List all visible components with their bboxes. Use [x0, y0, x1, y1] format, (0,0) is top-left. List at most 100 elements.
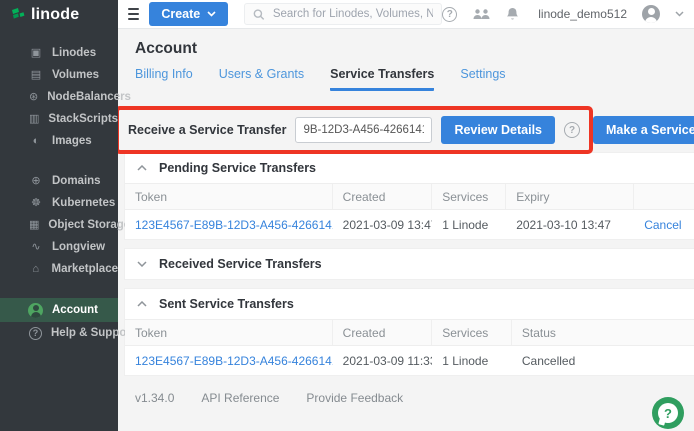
make-service-transfer-button[interactable]: Make a Service Transfer: [593, 116, 694, 144]
topbar: Create ? linode_demo512: [118, 0, 694, 29]
table-row: 123E4567-E89B-12D3-A456-426614174001 202…: [125, 346, 694, 375]
sidebar-item-kubernetes[interactable]: ☸ Kubernetes: [0, 192, 118, 214]
sent-transfers-header[interactable]: Sent Service Transfers: [125, 289, 694, 319]
transfer-token-input[interactable]: [295, 117, 432, 143]
sidebar-item-label: Linodes: [52, 47, 96, 59]
sidebar: linode ▣ Linodes ▤ Volumes ⊛ NodeBalance…: [0, 0, 118, 431]
marketplace-icon: ⌂: [29, 264, 43, 275]
sidebar-item-linodes[interactable]: ▣ Linodes: [0, 42, 118, 64]
domains-icon: ⊕: [29, 176, 43, 187]
pending-transfers-header[interactable]: Pending Service Transfers: [125, 153, 694, 183]
sidebar-nav: ▣ Linodes ▤ Volumes ⊛ NodeBalancers ▥ St…: [0, 42, 118, 362]
nodebalancers-icon: ⊛: [29, 92, 38, 103]
account-person-icon: [28, 303, 43, 318]
section-title: Sent Service Transfers: [159, 297, 294, 311]
received-transfers-header[interactable]: Received Service Transfers: [125, 249, 694, 279]
sidebar-item-label: Marketplace: [52, 263, 118, 275]
main-area: Create ? linode_demo512 Account Billing …: [118, 0, 694, 431]
pending-table-header: Token Created Services Expiry: [125, 183, 694, 210]
sidebar-item-label: Images: [52, 135, 92, 147]
sidebar-item-account[interactable]: Account: [0, 298, 118, 322]
linode-logo-text: linode: [31, 6, 79, 24]
user-menu-chevron-icon[interactable]: [675, 11, 684, 17]
pending-transfers-card: Pending Service Transfers Token Created …: [125, 153, 694, 239]
review-details-button[interactable]: Review Details: [441, 116, 555, 144]
help-icon[interactable]: ?: [442, 7, 457, 22]
question-circle-icon: ?: [29, 327, 42, 340]
column-header-services: Services: [432, 320, 512, 345]
create-button-label: Create: [161, 7, 200, 21]
chevron-down-icon: [207, 11, 216, 17]
sidebar-item-label: Longview: [52, 241, 105, 253]
notifications-bell-icon[interactable]: [506, 7, 519, 21]
tab-billing-info[interactable]: Billing Info: [135, 67, 193, 91]
services-cell: 1 Linode: [432, 218, 506, 232]
volumes-icon: ▤: [29, 70, 43, 81]
menu-hamburger-icon[interactable]: [128, 8, 139, 20]
column-header-token: Token: [125, 184, 333, 209]
user-avatar[interactable]: [642, 5, 660, 23]
table-row: 123E4567-E89B-12D3-A456-426614174000 202…: [125, 210, 694, 239]
username-label[interactable]: linode_demo512: [538, 7, 627, 21]
cancel-transfer-link[interactable]: Cancel: [644, 218, 681, 232]
column-header-created: Created: [333, 184, 433, 209]
receive-transfer-highlight-annotation: Receive a Service Transfer Review Detail…: [118, 106, 593, 154]
column-header-created: Created: [333, 320, 433, 345]
tab-service-transfers[interactable]: Service Transfers: [330, 67, 434, 91]
stackscripts-icon: ▥: [29, 114, 39, 125]
services-cell: 1 Linode: [432, 354, 512, 368]
sidebar-item-label: StackScripts: [48, 113, 118, 125]
column-header-actions: [634, 184, 694, 209]
sidebar-item-nodebalancers[interactable]: ⊛ NodeBalancers: [0, 86, 118, 108]
kubernetes-icon: ☸: [29, 198, 43, 209]
longview-icon: ∿: [29, 242, 43, 253]
sidebar-item-longview[interactable]: ∿ Longview: [0, 236, 118, 258]
column-header-status: Status: [512, 320, 694, 345]
transfer-token-link[interactable]: 123E4567-E89B-12D3-A456-426614174001: [135, 354, 333, 368]
collapse-chevron-up-icon: [137, 301, 147, 307]
sent-transfers-card: Sent Service Transfers Token Created Ser…: [125, 289, 694, 375]
receive-transfer-label: Receive a Service Transfer: [128, 123, 286, 137]
sent-table-header: Token Created Services Status: [125, 319, 694, 346]
cloud-manager-window: linode ▣ Linodes ▤ Volumes ⊛ NodeBalance…: [0, 0, 694, 431]
search-icon: [253, 8, 265, 21]
column-header-expiry: Expiry: [506, 184, 634, 209]
object-storage-icon: ▦: [29, 220, 39, 231]
section-title: Received Service Transfers: [159, 257, 322, 271]
help-chat-fab[interactable]: ?: [652, 397, 684, 429]
sidebar-item-label: Domains: [52, 175, 101, 187]
create-button[interactable]: Create: [149, 2, 228, 26]
column-header-services: Services: [432, 184, 506, 209]
version-link[interactable]: v1.34.0: [135, 391, 174, 405]
received-transfers-card: Received Service Transfers: [125, 249, 694, 279]
section-title: Pending Service Transfers: [159, 161, 316, 175]
help-bubble-icon: ?: [658, 403, 678, 423]
sidebar-item-label: Kubernetes: [52, 197, 115, 209]
sidebar-item-images[interactable]: ◐ Images: [0, 130, 118, 152]
page-footer: v1.34.0 API Reference Provide Feedback: [135, 391, 694, 405]
column-header-token: Token: [125, 320, 333, 345]
sidebar-item-marketplace[interactable]: ⌂ Marketplace: [0, 258, 118, 280]
token-help-icon[interactable]: ?: [564, 122, 580, 138]
expiry-cell: 2021-03-10 13:47: [506, 218, 634, 232]
global-search[interactable]: [244, 3, 442, 25]
transfer-token-link[interactable]: 123E4567-E89B-12D3-A456-426614174000: [135, 218, 333, 232]
sidebar-item-object-storage[interactable]: ▦ Object Storage: [0, 214, 118, 236]
provide-feedback-link[interactable]: Provide Feedback: [306, 391, 403, 405]
account-page: Account Billing Info Users & Grants Serv…: [118, 29, 694, 431]
community-icon[interactable]: [472, 8, 491, 21]
sidebar-item-label: Account: [52, 304, 98, 316]
tab-settings[interactable]: Settings: [460, 67, 505, 91]
linode-logo[interactable]: linode: [0, 0, 118, 30]
sidebar-item-volumes[interactable]: ▤ Volumes: [0, 64, 118, 86]
account-tabs: Billing Info Users & Grants Service Tran…: [135, 67, 694, 91]
search-input[interactable]: [273, 8, 433, 20]
api-reference-link[interactable]: API Reference: [201, 391, 279, 405]
images-icon: ◐: [29, 136, 43, 147]
sidebar-item-help-support[interactable]: ? Help & Support: [0, 322, 118, 344]
linode-logo-icon: [10, 7, 26, 23]
tab-users-grants[interactable]: Users & Grants: [219, 67, 304, 91]
sidebar-item-domains[interactable]: ⊕ Domains: [0, 170, 118, 192]
sidebar-item-stackscripts[interactable]: ▥ StackScripts: [0, 108, 118, 130]
sidebar-item-label: Volumes: [52, 69, 99, 81]
